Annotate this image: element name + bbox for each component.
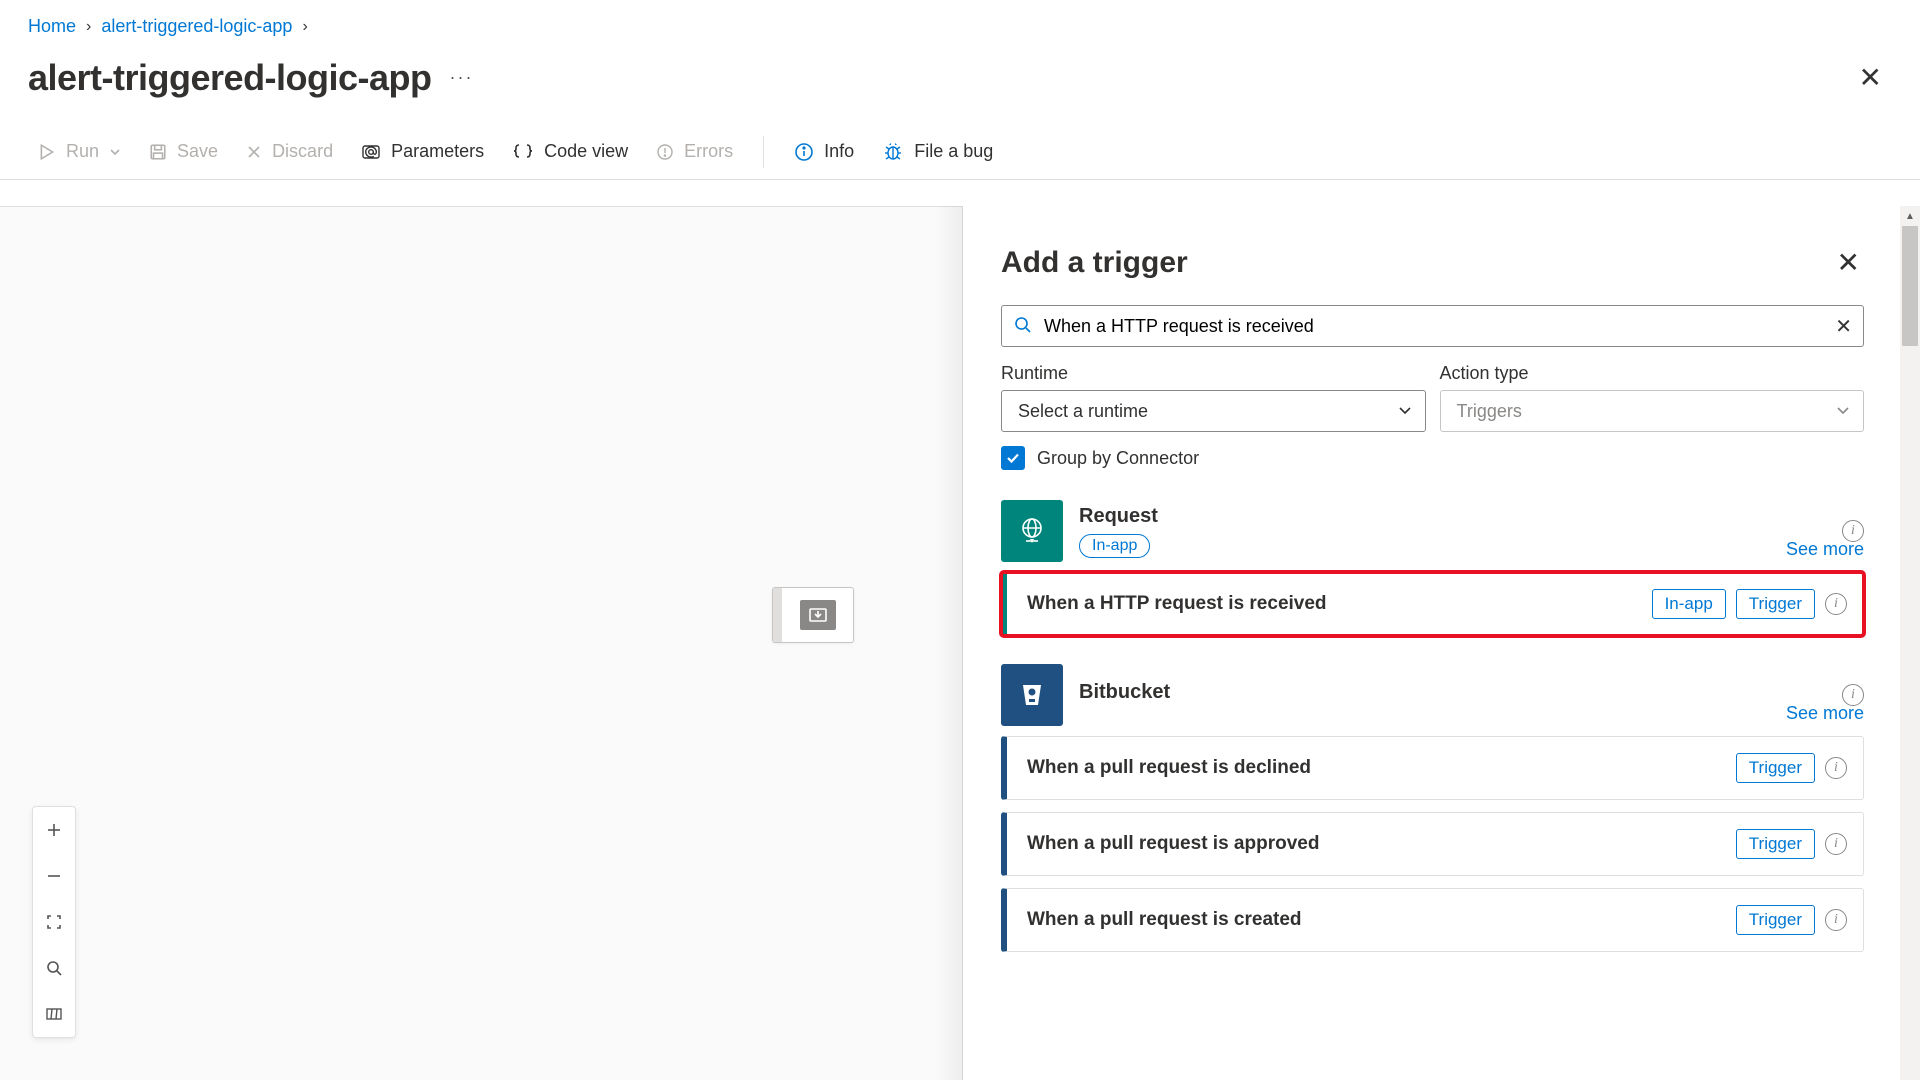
runtime-label: Runtime xyxy=(1001,363,1426,384)
breadcrumb-home[interactable]: Home xyxy=(28,16,76,37)
info-icon[interactable]: i xyxy=(1825,909,1847,931)
bug-icon xyxy=(882,142,904,162)
fullscreen-button[interactable] xyxy=(33,899,75,945)
badge-inapp: In-app xyxy=(1652,589,1726,619)
minimap-button[interactable] xyxy=(33,991,75,1037)
errors-button[interactable]: Errors xyxy=(642,133,747,170)
connector-group-bitbucket: Bitbucket i See more When a pull request… xyxy=(1001,664,1864,952)
save-icon xyxy=(149,143,167,161)
scrollbar-thumb[interactable] xyxy=(1902,226,1918,346)
chevron-down-icon xyxy=(109,146,121,158)
scroll-up-arrow[interactable]: ▲ xyxy=(1900,206,1920,226)
badge-trigger: Trigger xyxy=(1736,589,1815,619)
code-view-button[interactable]: Code view xyxy=(498,133,642,170)
close-button[interactable]: ✕ xyxy=(1849,55,1892,100)
panel-close-button[interactable]: ✕ xyxy=(1833,242,1864,283)
badge-trigger: Trigger xyxy=(1736,905,1815,935)
connector-badge: In-app xyxy=(1079,534,1150,558)
trigger-item-pr-approved[interactable]: When a pull request is approved Trigger … xyxy=(1001,812,1864,876)
request-connector-icon xyxy=(1001,500,1063,562)
breadcrumb: Home › alert-triggered-logic-app › xyxy=(0,0,1920,41)
zoom-in-button[interactable] xyxy=(33,807,75,853)
trigger-item-pr-declined[interactable]: When a pull request is declined Trigger … xyxy=(1001,736,1864,800)
search-input[interactable] xyxy=(1001,305,1864,347)
run-button[interactable]: Run xyxy=(24,133,135,170)
connector-title: Bitbucket xyxy=(1079,681,1826,704)
canvas-placeholder-card[interactable] xyxy=(772,587,854,643)
discard-button[interactable]: Discard xyxy=(232,133,347,170)
badge-trigger: Trigger xyxy=(1736,753,1815,783)
at-icon xyxy=(361,142,381,162)
breadcrumb-item[interactable]: alert-triggered-logic-app xyxy=(101,16,292,37)
error-icon xyxy=(656,143,674,161)
download-icon xyxy=(800,600,836,630)
connector-group-request: Request In-app i See more When a HTTP re… xyxy=(1001,500,1864,636)
save-button[interactable]: Save xyxy=(135,133,232,170)
trigger-item-http-request[interactable]: When a HTTP request is received In-app T… xyxy=(1001,572,1864,636)
runtime-select[interactable]: Select a runtime xyxy=(1001,390,1426,432)
info-icon[interactable]: i xyxy=(1825,833,1847,855)
trigger-item-pr-created[interactable]: When a pull request is created Trigger i xyxy=(1001,888,1864,952)
see-more-link[interactable]: See more xyxy=(1786,703,1864,724)
connector-title: Request xyxy=(1079,505,1826,528)
actiontype-select[interactable]: Triggers xyxy=(1440,390,1865,432)
search-input-wrapper: ✕ xyxy=(1001,305,1864,347)
group-by-connector-checkbox[interactable]: Group by Connector xyxy=(1001,446,1864,470)
search-icon xyxy=(1013,315,1033,335)
vertical-scrollbar[interactable]: ▲ xyxy=(1900,206,1920,1080)
checkbox-checked-icon xyxy=(1001,446,1025,470)
info-button[interactable]: Info xyxy=(780,133,868,170)
chevron-right-icon: › xyxy=(86,18,91,36)
more-menu-button[interactable]: ··· xyxy=(450,67,474,88)
panel-title: Add a trigger xyxy=(1001,246,1188,280)
clear-search-button[interactable]: ✕ xyxy=(1835,314,1852,339)
zoom-controls xyxy=(32,806,76,1038)
bitbucket-connector-icon xyxy=(1001,664,1063,726)
actiontype-label: Action type xyxy=(1440,363,1865,384)
toolbar-divider xyxy=(763,136,764,168)
play-icon xyxy=(38,143,56,161)
info-icon xyxy=(794,142,814,162)
page-title-row: alert-triggered-logic-app ··· ✕ xyxy=(0,41,1920,124)
chevron-right-icon: › xyxy=(302,18,307,36)
braces-icon xyxy=(512,143,534,161)
close-icon xyxy=(246,144,262,160)
see-more-link[interactable]: See more xyxy=(1786,539,1864,560)
page-title: alert-triggered-logic-app xyxy=(28,57,432,99)
add-trigger-panel: Add a trigger ✕ ✕ Runtime Select a runti… xyxy=(962,206,1902,1080)
badge-trigger: Trigger xyxy=(1736,829,1815,859)
zoom-out-button[interactable] xyxy=(33,853,75,899)
parameters-button[interactable]: Parameters xyxy=(347,133,498,170)
info-icon[interactable]: i xyxy=(1825,757,1847,779)
file-bug-button[interactable]: File a bug xyxy=(868,133,1007,170)
search-canvas-button[interactable] xyxy=(33,945,75,991)
info-icon[interactable]: i xyxy=(1825,593,1847,615)
toolbar: Run Save Discard Parameters Code view Er… xyxy=(0,124,1920,180)
